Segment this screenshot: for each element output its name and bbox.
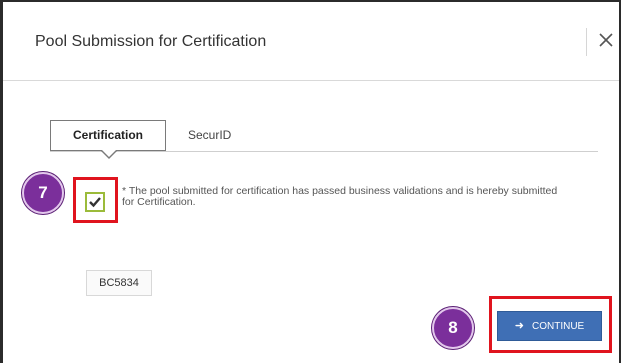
dialog-window: Pool Submission for Certification Certif…: [0, 0, 621, 363]
tab-pointer-fill: [101, 149, 117, 157]
checkmark-icon: [89, 197, 101, 208]
tab-certification[interactable]: Certification: [50, 120, 166, 151]
certification-checkbox[interactable]: [85, 192, 105, 212]
pool-id-chip: BC5834: [86, 270, 152, 296]
continue-label: CONTINUE: [531, 321, 585, 332]
close-icon[interactable]: [595, 26, 617, 54]
tab-securid[interactable]: SecurID: [178, 120, 241, 151]
dialog-header: Pool Submission for Certification: [3, 2, 619, 81]
arrow-right-icon: ➜: [514, 320, 524, 332]
continue-button[interactable]: ➜ CONTINUE: [497, 311, 602, 341]
step-badge-8: 8: [432, 307, 474, 349]
tab-bar: Certification SecurID: [50, 120, 598, 159]
dialog-title: Pool Submission for Certification: [35, 33, 267, 50]
close-separator: [586, 28, 587, 56]
close-icon-glyph: [599, 33, 613, 47]
certification-statement: * The pool submitted for certification h…: [122, 185, 558, 208]
step-badge-7: 7: [22, 172, 64, 214]
